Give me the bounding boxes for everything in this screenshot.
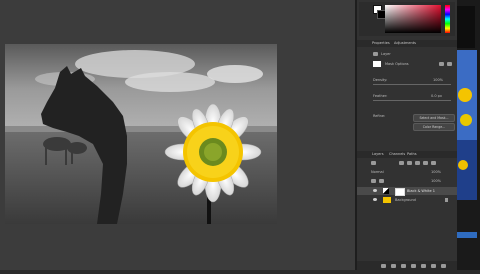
feather-row: Feather: 0.0 px — [359, 94, 453, 102]
layer-type-row: Layer — [359, 50, 453, 58]
lock-pixels-icon[interactable] — [371, 179, 376, 183]
properties-tabbar: Properties Adjustments — [357, 40, 457, 47]
edge-image-strip — [457, 0, 480, 270]
mask-row: Mask Options — [359, 60, 453, 68]
layer-name: Background — [395, 198, 416, 202]
layer-row[interactable]: Black & White 1 — [357, 187, 457, 196]
link-layers-icon[interactable] — [381, 264, 386, 268]
adjustment-filter-icon[interactable] — [407, 161, 412, 165]
layer-filter-row — [371, 160, 455, 167]
layer-thumbnail — [383, 197, 391, 203]
visibility-eye-icon[interactable] — [373, 189, 377, 192]
shape-filter-icon[interactable] — [423, 161, 428, 165]
canvas-area — [0, 0, 355, 270]
layers-tabbar: Layers Channels Paths — [357, 151, 457, 158]
layer-mask-thumbnail[interactable] — [395, 188, 405, 196]
type-filter-icon[interactable] — [415, 161, 420, 165]
tab-layers[interactable]: Layers — [372, 152, 384, 156]
layers-bottom-toolbar — [357, 261, 457, 270]
layer-name: Black & White 1 — [407, 189, 435, 193]
adjustment-icon — [373, 52, 378, 56]
feather-slider[interactable] — [373, 100, 451, 101]
mask-label: Mask Options — [385, 62, 409, 66]
density-value[interactable]: 100% — [433, 78, 443, 82]
adjustment-layer-icon — [383, 188, 389, 194]
select-and-mask-button[interactable]: Select and Mask... — [413, 114, 455, 122]
visibility-eye-icon[interactable] — [373, 198, 377, 201]
trash-icon[interactable] — [441, 264, 446, 268]
photo-horse-flower — [5, 44, 277, 224]
density-label: Density: — [373, 78, 388, 82]
blend-row: Normal 100% — [371, 169, 455, 176]
document-image[interactable] — [5, 44, 277, 224]
new-adjustment-icon[interactable] — [411, 264, 416, 268]
smart-filter-icon[interactable] — [431, 161, 436, 165]
color-picker[interactable] — [359, 2, 455, 36]
mask-option-icon[interactable] — [439, 62, 444, 66]
density-row: Density: 100% — [359, 78, 453, 86]
hue-slider[interactable] — [445, 5, 450, 33]
refine-label: Refine: — [373, 114, 386, 118]
color-range-button[interactable]: Color Range... — [413, 123, 455, 131]
layer-row[interactable]: Background — [357, 196, 457, 204]
refine-row: Refine: Select and Mask... Color Range..… — [359, 112, 455, 136]
lock-row: 100% — [371, 178, 455, 185]
fill-value[interactable]: 100% — [431, 179, 441, 183]
layer-type-label: Layer — [381, 52, 391, 56]
right-panel: Properties Adjustments Layer Mask Option… — [357, 0, 457, 270]
fx-icon[interactable] — [391, 264, 396, 268]
lock-icon[interactable] — [445, 198, 448, 202]
add-mask-icon[interactable] — [401, 264, 406, 268]
tab-properties[interactable]: Properties — [372, 41, 390, 45]
mask-thumbnail[interactable] — [373, 61, 381, 67]
density-slider[interactable] — [373, 84, 451, 85]
color-field[interactable] — [385, 5, 441, 33]
blend-mode-select[interactable]: Normal — [371, 170, 384, 174]
pixel-filter-icon[interactable] — [399, 161, 404, 165]
tab-adjustments[interactable]: Adjustments — [394, 41, 416, 45]
vector-mask-icon[interactable] — [447, 62, 452, 66]
lock-position-icon[interactable] — [379, 179, 384, 183]
feather-label: Feather: — [373, 94, 388, 98]
tab-channels[interactable]: Channels — [389, 152, 405, 156]
new-layer-icon[interactable] — [431, 264, 436, 268]
right-edge-thumbnail — [457, 0, 480, 270]
feather-value[interactable]: 0.0 px — [431, 94, 442, 98]
filter-icon[interactable] — [371, 161, 376, 165]
tab-paths[interactable]: Paths — [407, 152, 417, 156]
new-group-icon[interactable] — [421, 264, 426, 268]
opacity-value[interactable]: 100% — [431, 170, 441, 174]
